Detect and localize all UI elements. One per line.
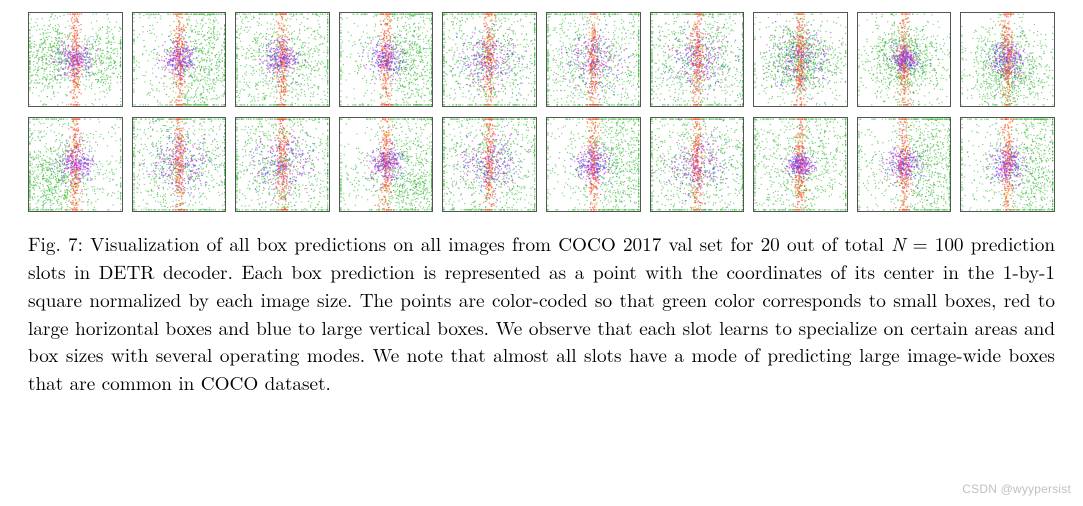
- slot-plot: [442, 117, 537, 212]
- watermark-text: CSDN @wyypersist: [962, 482, 1071, 496]
- slot-plot: [650, 12, 745, 107]
- slot-plot: [857, 12, 952, 107]
- figure-caption: Fig. 7: Visualization of all box predict…: [28, 230, 1055, 397]
- slot-plot: [28, 117, 123, 212]
- slot-plot: [960, 12, 1055, 107]
- figure-caption-text: Visualization of all box predictions on …: [28, 229, 1055, 396]
- slot-plot: [753, 117, 848, 212]
- slot-plot: [132, 117, 227, 212]
- slot-plot: [960, 117, 1055, 212]
- figure-number: Fig. 7:: [28, 229, 83, 257]
- slot-plot: [235, 117, 330, 212]
- slot-plot: [753, 12, 848, 107]
- slot-plot: [857, 117, 952, 212]
- slot-plot: [339, 12, 434, 107]
- figure-plot-grid: [28, 12, 1055, 212]
- slot-plot: [546, 117, 641, 212]
- slot-plot: [650, 117, 745, 212]
- slot-plot: [339, 117, 434, 212]
- slot-plot: [132, 12, 227, 107]
- plot-row-0: [28, 12, 1055, 107]
- slot-plot: [28, 12, 123, 107]
- slot-plot: [235, 12, 330, 107]
- slot-plot: [442, 12, 537, 107]
- plot-row-1: [28, 117, 1055, 212]
- slot-plot: [546, 12, 641, 107]
